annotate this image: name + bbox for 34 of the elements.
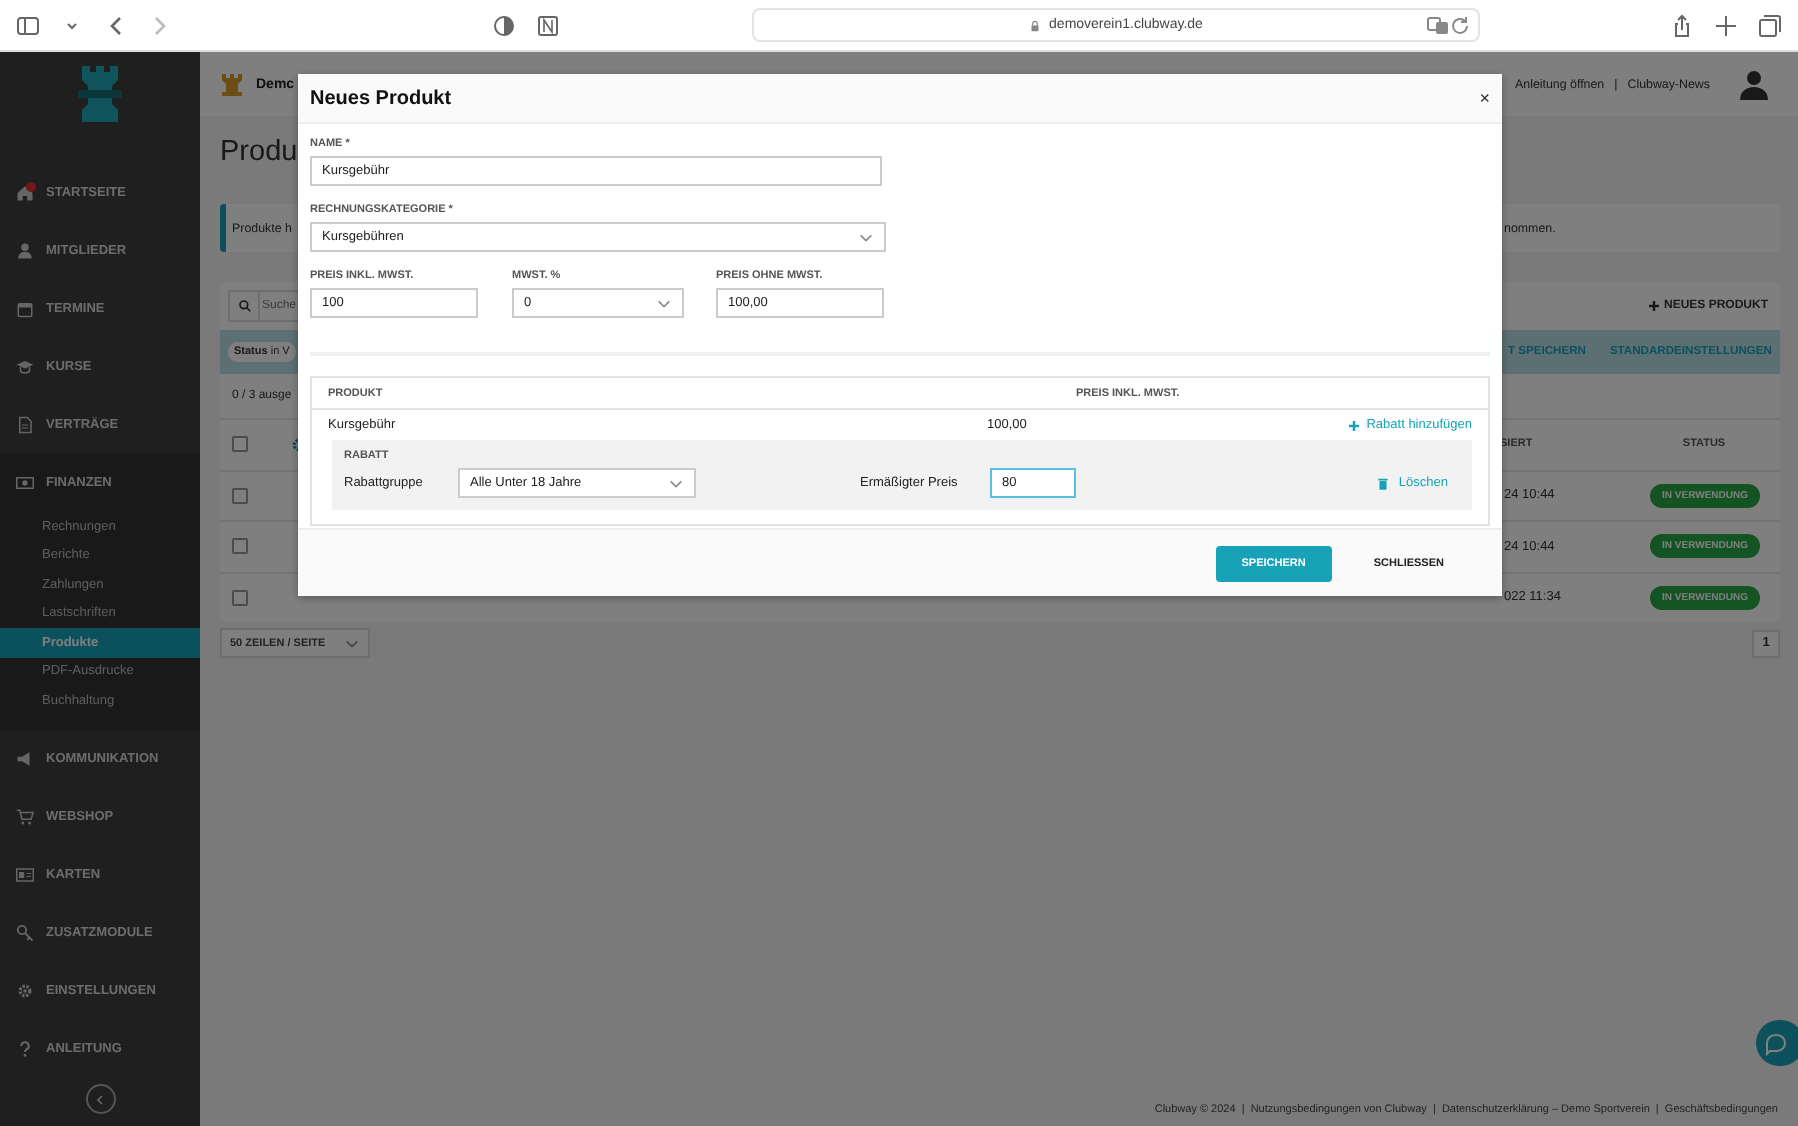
key-icon [16,923,34,941]
new-tab-icon[interactable] [1714,13,1738,37]
reload-icon[interactable] [1447,13,1471,37]
checkbox[interactable] [232,436,248,453]
speech-bubble-icon [1764,1031,1788,1055]
cart-icon [16,807,34,825]
search-button[interactable] [228,290,260,322]
half-circle-icon[interactable] [492,13,516,37]
castle-logo [220,72,244,96]
translate-icon[interactable] [1425,13,1449,37]
banknote-icon [16,474,34,492]
checkbox[interactable] [232,538,248,555]
close-button[interactable]: × [1479,88,1490,108]
sidebar-toggle-icon[interactable] [16,13,40,37]
graduation-cap-icon [16,358,34,376]
search-icon [237,294,251,318]
settings-icon [16,981,34,999]
castle-logo [78,64,122,124]
id-card-icon [16,865,34,883]
home-icon [16,184,34,202]
person-icon [16,242,34,260]
tabs-icon[interactable] [1758,13,1782,37]
question-mark-icon [16,1039,34,1057]
megaphone-icon [16,749,34,767]
share-icon[interactable] [1670,13,1694,37]
user-avatar-icon[interactable] [1738,68,1770,100]
checkbox[interactable] [232,589,248,606]
dialog-title: Neues Produkt [310,87,452,109]
page-title: Produ [220,136,298,172]
calendar-icon [16,300,34,318]
collapse-button[interactable] [85,1084,115,1114]
document-icon [16,416,34,434]
checkbox[interactable] [232,487,248,504]
notebook-icon[interactable] [536,13,560,37]
